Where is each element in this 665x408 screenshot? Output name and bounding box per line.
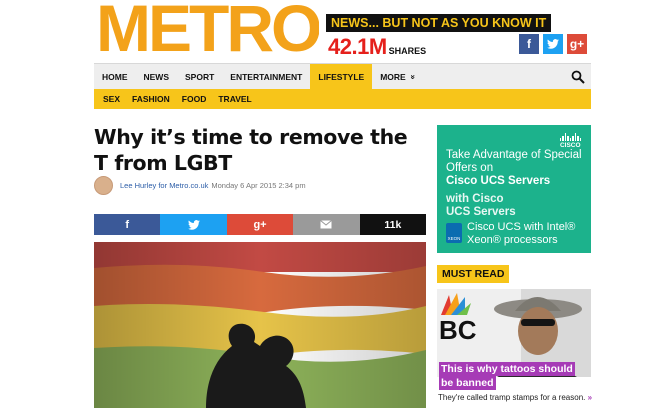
share-twitter-button[interactable]: [160, 214, 227, 235]
subnav-item-travel[interactable]: TRAVEL: [212, 94, 257, 104]
tagline: NEWS... BUT NOT AS YOU KNOW IT: [326, 14, 552, 32]
nav-item-entertainment[interactable]: ENTERTAINMENT: [222, 64, 310, 90]
nbc-logo-text: BC: [439, 315, 477, 345]
share-facebook-button[interactable]: f: [94, 214, 161, 235]
email-icon: [320, 220, 333, 229]
ad-product: Cisco UCS Servers: [446, 175, 551, 187]
google-plus-icon[interactable]: g+: [567, 34, 587, 54]
search-icon[interactable]: [571, 70, 585, 84]
share-count: 11k: [359, 214, 427, 235]
intel-xeon-badge: XEON: [446, 223, 462, 243]
rainbow-flag-photo: [94, 242, 426, 408]
subnav-item-fashion[interactable]: FASHION: [126, 94, 176, 104]
cisco-ad[interactable]: CISCO Take Advantage of Special Offers o…: [437, 125, 591, 253]
nav-item-news[interactable]: NEWS: [136, 64, 178, 90]
hero-image: [94, 242, 426, 408]
must-read-subtitle-text: They're called tramp stamps for a reason…: [438, 393, 586, 402]
cisco-logo-text: CISCO: [559, 142, 581, 149]
metro-logo[interactable]: METRO: [96, 0, 319, 60]
share-bar: f g+ 11k: [94, 214, 427, 235]
facebook-icon: f: [125, 218, 130, 231]
ad-animated-line-1: with Cisco: [446, 193, 504, 205]
article-title: Why it’s time to remove the T from LGBT: [94, 125, 408, 175]
shares-count: 42.1M: [328, 34, 387, 59]
must-read-subtitle[interactable]: They're called tramp stamps for a reason…: [438, 393, 592, 402]
author-avatar: [94, 176, 113, 195]
ad-headline: Take Advantage of Special Offers on: [446, 149, 582, 174]
header-social-links: f g+: [519, 34, 587, 54]
google-plus-icon: g+: [253, 218, 267, 231]
twitter-icon[interactable]: [543, 34, 563, 54]
main-nav: HOME NEWS SPORT ENTERTAINMENT LIFESTYLE …: [94, 63, 591, 90]
must-read-title[interactable]: This is why tattoos should be banned: [439, 362, 584, 390]
nav-item-home[interactable]: HOME: [94, 64, 136, 90]
share-google-plus-button[interactable]: g+: [226, 214, 294, 235]
ad-animated-text: with Cisco UCS Servers: [446, 193, 516, 219]
facebook-icon[interactable]: f: [519, 34, 539, 54]
nav-item-lifestyle[interactable]: LIFESTYLE: [310, 63, 373, 90]
subnav-item-food[interactable]: FOOD: [176, 94, 213, 104]
sub-nav: SEX FASHION FOOD TRAVEL: [94, 89, 591, 109]
must-read-title-text: This is why tattoos should be banned: [439, 362, 575, 390]
subnav-item-sex[interactable]: SEX: [97, 94, 126, 104]
byline: Lee Hurley for Metro.co.uk Monday 6 Apr …: [94, 176, 306, 195]
nav-item-more[interactable]: MORE »: [372, 64, 424, 90]
ad-description: Cisco UCS with Intel® Xeon® processors: [467, 221, 576, 246]
shares-counter: 42.1M SHARES: [328, 34, 426, 60]
chevron-right-icon: »: [587, 393, 593, 402]
cisco-logo: CISCO: [559, 133, 581, 149]
publish-date: Monday 6 Apr 2015 2:34 pm: [211, 181, 306, 190]
chevron-down-icon: »: [408, 74, 419, 79]
nav-item-sport[interactable]: SPORT: [177, 64, 222, 90]
must-read-label: MUST READ: [437, 265, 510, 283]
ad-animated-line-2: UCS Servers: [446, 206, 516, 218]
share-email-button[interactable]: [293, 214, 360, 235]
shares-label: SHARES: [388, 46, 427, 56]
twitter-icon: [187, 219, 200, 230]
author-link[interactable]: Lee Hurley for Metro.co.uk: [120, 181, 208, 190]
